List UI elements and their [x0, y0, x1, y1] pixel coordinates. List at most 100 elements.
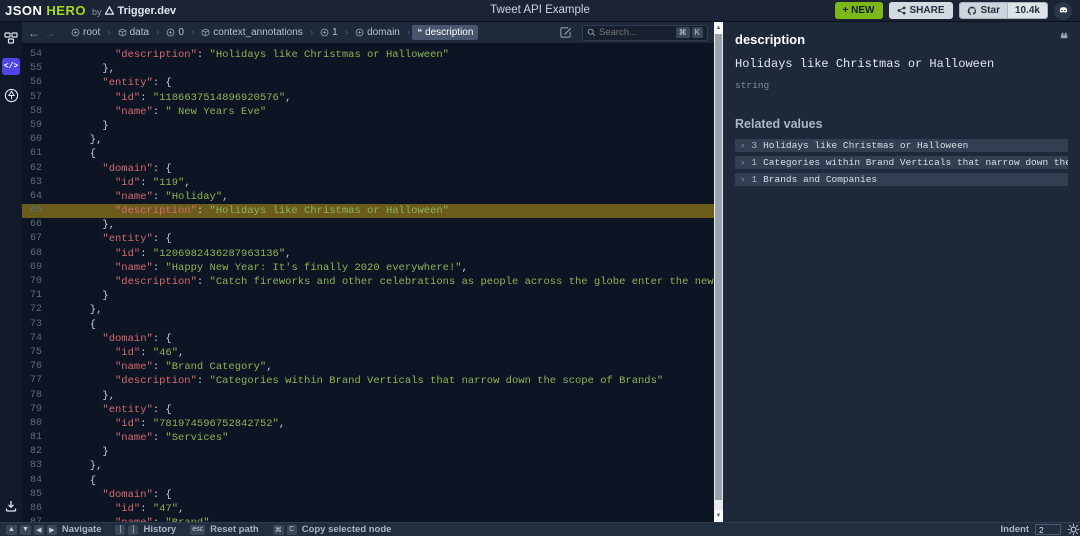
app-logo[interactable]: JSONHERO by Trigger.dev	[0, 3, 176, 18]
code-line[interactable]: 76"name": "Brand Category",	[22, 360, 714, 374]
keyboard-key-badge: C	[287, 525, 297, 535]
download-icon[interactable]	[3, 498, 19, 514]
code-line[interactable]: 74"domain": {	[22, 332, 714, 346]
related-value-row[interactable]: ›3Holidays like Christmas or Halloween	[735, 139, 1068, 152]
indent-input[interactable]	[1035, 524, 1061, 535]
code-line[interactable]: 83},	[22, 459, 714, 473]
left-sidebar: </>	[0, 22, 22, 522]
code-line[interactable]: 79"entity": {	[22, 403, 714, 417]
line-number: 83	[22, 459, 52, 473]
github-star-button[interactable]: Star	[960, 3, 1007, 18]
code-content: },	[52, 389, 714, 403]
code-line[interactable]: 61{	[22, 147, 714, 161]
related-value-row[interactable]: ›1Brands and Companies	[735, 173, 1068, 186]
code-content: "description": "Categories within Brand …	[52, 374, 714, 388]
node-circle-icon	[355, 28, 364, 37]
breadcrumb-item-1[interactable]: 1	[315, 25, 343, 40]
code-line[interactable]: 82}	[22, 445, 714, 459]
related-text: Brands and Companies	[763, 174, 877, 185]
code-content: "name": " New Years Eve"	[52, 105, 714, 119]
keyboard-key-badge: ▶	[47, 525, 57, 535]
breadcrumb-label: context_annotations	[213, 27, 303, 38]
theme-toggle-icon[interactable]	[1067, 523, 1080, 536]
code-line[interactable]: 57"id": "1186637514896920576",	[22, 91, 714, 105]
code-line[interactable]: 75"id": "46",	[22, 346, 714, 360]
chevron-right-icon: ›	[740, 141, 745, 151]
line-number: 71	[22, 289, 52, 303]
code-line[interactable]: 78},	[22, 389, 714, 403]
line-number: 60	[22, 133, 52, 147]
code-content: "domain": {	[52, 488, 714, 502]
scrollbar-track[interactable]	[714, 34, 723, 510]
back-icon[interactable]: ←	[28, 27, 40, 39]
search-box[interactable]: ⌘K	[582, 25, 708, 41]
edit-document-icon[interactable]	[559, 26, 572, 39]
code-line-selected[interactable]: 65"description": "Holidays like Christma…	[22, 204, 714, 218]
code-line[interactable]: 66},	[22, 218, 714, 232]
related-value-row[interactable]: ›1Categories within Brand Verticals that…	[735, 156, 1068, 169]
line-number: 65	[22, 204, 52, 218]
keyboard-key-badge: [	[115, 525, 125, 535]
breadcrumb-item-description[interactable]: ❝description	[412, 25, 478, 40]
share-button[interactable]: SHARE	[889, 2, 953, 19]
node-circle-icon	[320, 28, 329, 37]
tree-view-icon[interactable]	[3, 87, 19, 103]
code-line[interactable]: 58"name": " New Years Eve"	[22, 105, 714, 119]
code-line[interactable]: 81"name": "Services"	[22, 431, 714, 445]
related-count: 1	[751, 174, 757, 185]
discord-icon	[1058, 5, 1069, 16]
breadcrumb-item-root[interactable]: root	[66, 25, 105, 40]
editor-scrollbar[interactable]: ▲ ▼	[714, 22, 723, 522]
code-line[interactable]: 59}	[22, 119, 714, 133]
related-text: Categories within Brand Verticals that n…	[763, 157, 1068, 168]
line-number: 82	[22, 445, 52, 459]
github-star-count[interactable]: 10.4k	[1007, 3, 1047, 18]
document-title[interactable]: Tweet API Example	[490, 4, 590, 16]
code-line[interactable]: 73{	[22, 318, 714, 332]
breadcrumb-item-0[interactable]: 0	[161, 25, 189, 40]
line-number: 68	[22, 247, 52, 261]
code-line[interactable]: 60},	[22, 133, 714, 147]
breadcrumb-item-domain[interactable]: domain	[350, 25, 405, 40]
code-line[interactable]: 85"domain": {	[22, 488, 714, 502]
code-line[interactable]: 70"description": "Catch fireworks and ot…	[22, 275, 714, 289]
line-number: 86	[22, 502, 52, 516]
code-content: "name": "Happy New Year: It's finally 20…	[52, 261, 714, 275]
code-line[interactable]: 86"id": "47",	[22, 502, 714, 516]
code-line[interactable]: 64"name": "Holiday",	[22, 190, 714, 204]
line-number: 70	[22, 275, 52, 289]
code-content: "entity": {	[52, 232, 714, 246]
scroll-up-icon[interactable]: ▲	[714, 22, 723, 34]
code-content: "id": "47",	[52, 502, 714, 516]
search-input[interactable]	[599, 27, 673, 38]
code-line[interactable]: 62"domain": {	[22, 162, 714, 176]
github-icon	[967, 6, 977, 16]
code-line[interactable]: 67"entity": {	[22, 232, 714, 246]
code-line[interactable]: 77"description": "Categories within Bran…	[22, 374, 714, 388]
code-line[interactable]: 72},	[22, 303, 714, 317]
related-values-list: ›3Holidays like Christmas or Halloween›1…	[735, 139, 1068, 186]
scroll-down-icon[interactable]: ▼	[714, 510, 723, 522]
code-line[interactable]: 71}	[22, 289, 714, 303]
code-line[interactable]: 68"id": "1206982436287963136",	[22, 247, 714, 261]
json-view-icon[interactable]: </>	[2, 58, 20, 75]
code-content: },	[52, 303, 714, 317]
statusbar-group-reset-path: escReset path	[190, 524, 258, 535]
breadcrumb-item-data[interactable]: data	[113, 25, 154, 40]
code-line[interactable]: 54"description": "Holidays like Christma…	[22, 48, 714, 62]
code-line[interactable]: 80"id": "781974596752842752",	[22, 417, 714, 431]
code-line[interactable]: 69"name": "Happy New Year: It's finally …	[22, 261, 714, 275]
code-line[interactable]: 56"entity": {	[22, 76, 714, 90]
column-view-icon[interactable]	[3, 30, 19, 46]
breadcrumb-item-context_annotations[interactable]: context_annotations	[196, 25, 308, 40]
scrollbar-thumb[interactable]	[715, 34, 722, 500]
code-line[interactable]: 55},	[22, 62, 714, 76]
code-content: {	[52, 474, 714, 488]
trigger-link[interactable]: Trigger.dev	[105, 5, 176, 17]
discord-button[interactable]	[1054, 2, 1072, 20]
code-line[interactable]: 84{	[22, 474, 714, 488]
github-star-widget[interactable]: Star 10.4k	[959, 2, 1048, 19]
forward-icon[interactable]: →	[44, 27, 56, 39]
new-button[interactable]: + NEW	[835, 2, 883, 19]
code-line[interactable]: 63"id": "119",	[22, 176, 714, 190]
